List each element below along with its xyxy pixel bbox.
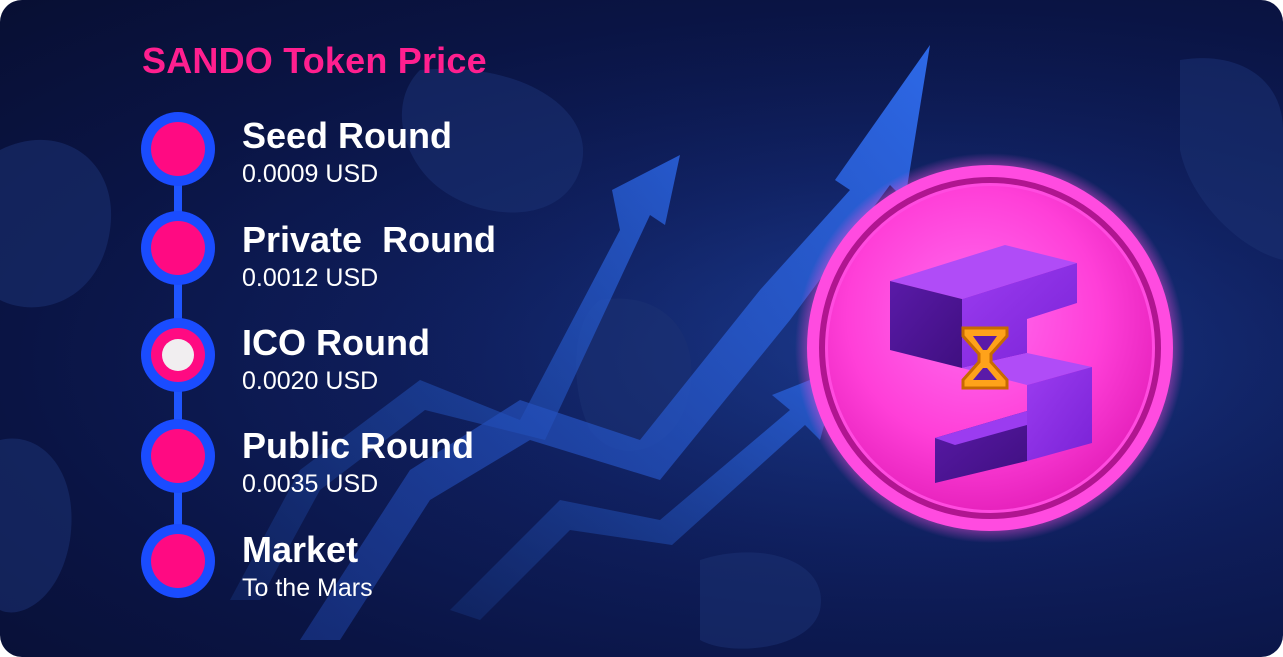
step-value-ico: 0.0020 USD (242, 367, 379, 395)
timeline-dot-public (141, 419, 215, 493)
step-value-seed: 0.0009 USD (242, 160, 379, 188)
timeline-dot-seed (141, 112, 215, 186)
step-name-private: Private Round (242, 219, 497, 260)
step-value-market: To the Mars (242, 574, 373, 602)
step-name-seed: Seed Round (242, 115, 453, 156)
sando-coin-logo-icon (795, 153, 1185, 543)
step-name-public: Public Round (242, 425, 474, 466)
step-name-market: Market (242, 529, 359, 570)
step-value-private: 0.0012 USD (242, 264, 379, 292)
timeline-dot-ico-active (141, 318, 215, 392)
step-name-ico: ICO Round (242, 322, 430, 363)
timeline-dot-private (141, 211, 215, 285)
page-title: SANDO Token Price (142, 40, 487, 81)
step-value-public: 0.0035 USD (242, 470, 379, 498)
token-price-banner: SANDO Token Price Seed Round 0.0009 USD … (0, 0, 1283, 657)
timeline-dot-market (141, 524, 215, 598)
